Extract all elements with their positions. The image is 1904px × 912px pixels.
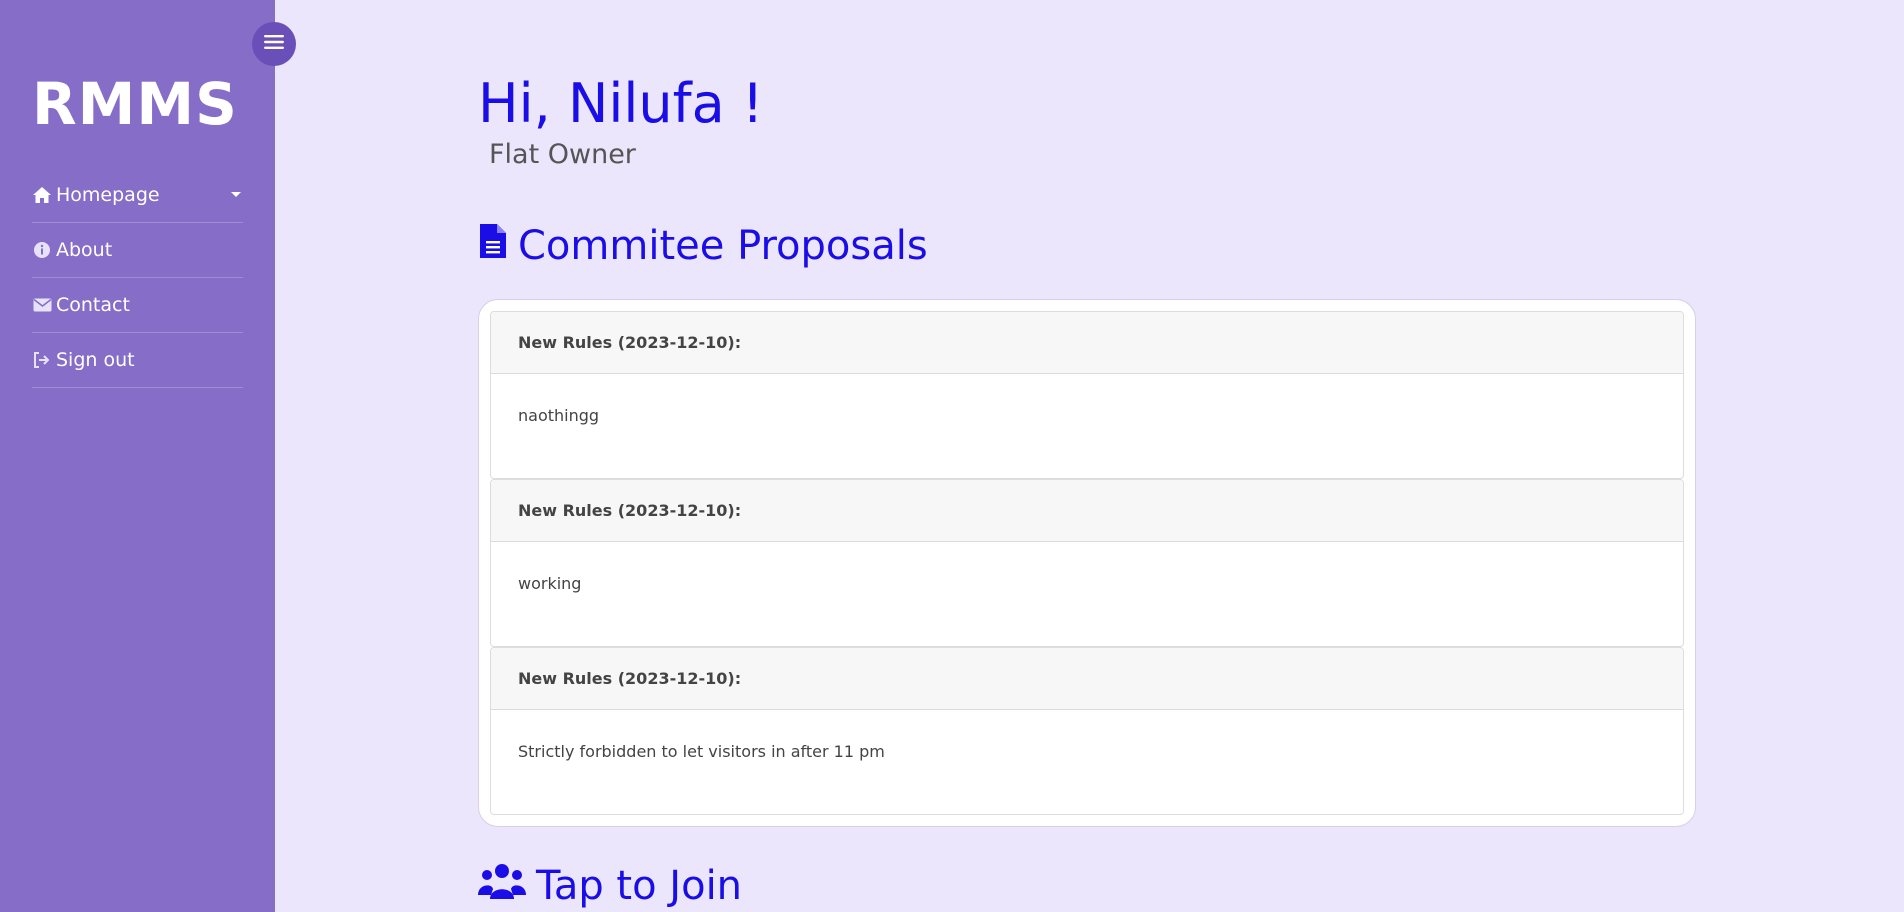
sidebar-item-label: Contact: [56, 294, 130, 316]
proposal-title: New Rules (2023-12-10):: [491, 480, 1683, 542]
menu-icon: [264, 34, 284, 54]
sidebar-item-about[interactable]: About: [32, 223, 243, 278]
envelope-icon: [32, 295, 52, 315]
sidebar-item-label: Sign out: [56, 349, 135, 371]
sidebar-item-sign-out[interactable]: Sign out: [32, 333, 243, 388]
proposals-heading: Commitee Proposals: [478, 222, 928, 270]
sidebar-item-label: Homepage: [56, 184, 160, 206]
home-icon: [32, 185, 52, 205]
proposal-card: New Rules (2023-12-10): Strictly forbidd…: [490, 647, 1684, 815]
proposal-title: New Rules (2023-12-10):: [491, 312, 1683, 374]
proposal-title: New Rules (2023-12-10):: [491, 648, 1683, 710]
info-icon: [32, 240, 52, 260]
brand-logo[interactable]: RMMS: [32, 70, 238, 138]
join-title-text: Tap to Join: [536, 863, 743, 909]
sign-out-icon: [32, 350, 52, 370]
proposal-body: Strictly forbidden to let visitors in af…: [518, 742, 885, 761]
sidebar-toggle-button[interactable]: [252, 22, 296, 66]
chevron-down-icon[interactable]: [231, 192, 241, 197]
proposal-body: working: [518, 574, 582, 593]
user-role: Flat Owner: [489, 139, 636, 170]
join-heading[interactable]: Tap to Join: [478, 862, 742, 910]
document-icon: [478, 222, 518, 270]
proposal-card: New Rules (2023-12-10): working: [490, 479, 1684, 647]
sidebar-item-label: About: [56, 239, 113, 261]
proposals-list: New Rules (2023-12-10): naothingg New Ru…: [478, 299, 1696, 827]
sidebar-nav: Homepage About Contact Sign out: [32, 168, 243, 388]
proposal-card: New Rules (2023-12-10): naothingg: [490, 311, 1684, 479]
users-icon: [478, 862, 536, 910]
sidebar-item-homepage[interactable]: Homepage: [32, 168, 243, 223]
greeting-title: Hi, Nilufa !: [478, 72, 764, 135]
proposal-body: naothingg: [518, 406, 600, 425]
proposals-title-text: Commitee Proposals: [518, 223, 928, 269]
sidebar-item-contact[interactable]: Contact: [32, 278, 243, 333]
sidebar: RMMS Homepage About Contact Sign out: [0, 0, 275, 912]
